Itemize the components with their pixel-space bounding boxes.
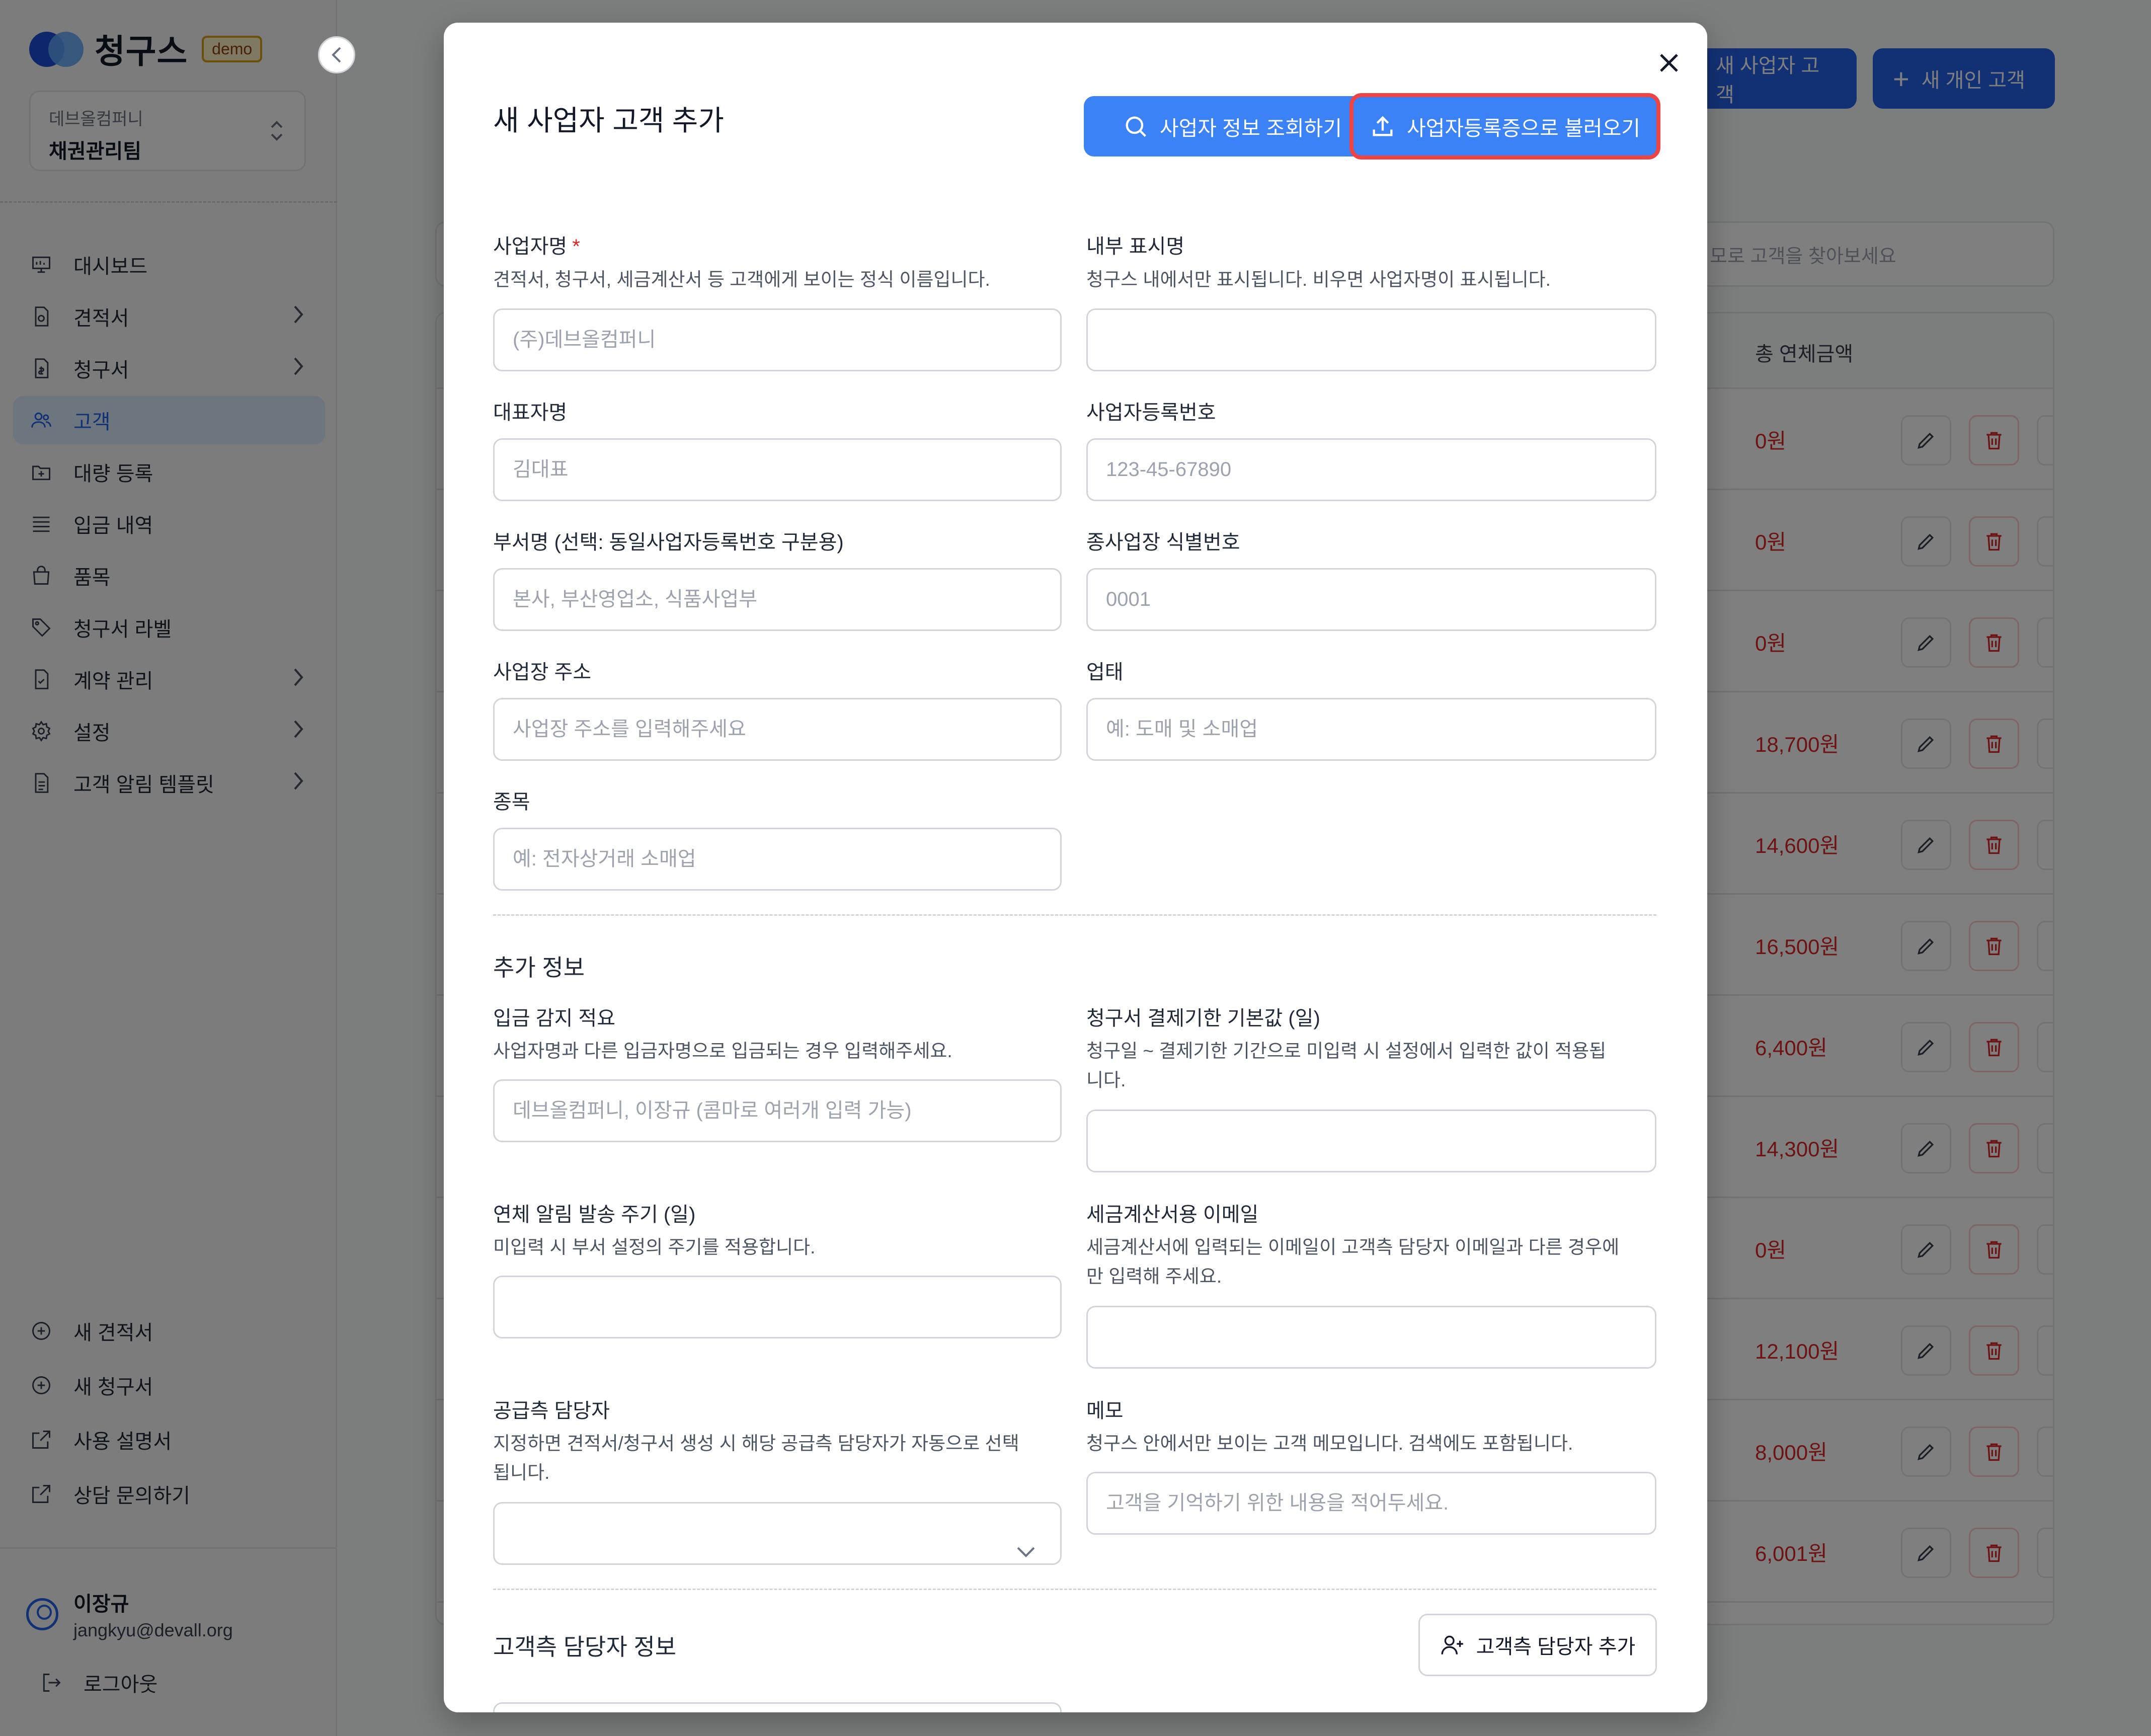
representative-label: 대표자명 bbox=[493, 402, 568, 424]
supplier-manager-select[interactable] bbox=[493, 1502, 1062, 1565]
description-line: 세금계산서에 입력되는 이메일이 고객측 담당자 이메일과 다른 경우에 bbox=[1086, 1237, 1620, 1257]
sidebar-collapse-button[interactable] bbox=[318, 36, 355, 73]
button-label: 사업자등록증으로 불러오기 bbox=[1406, 117, 1641, 140]
section-divider bbox=[493, 1589, 1656, 1590]
address-label: 사업장 주소 bbox=[493, 661, 592, 683]
search-icon bbox=[1123, 113, 1149, 139]
description-line: 만 입력해 주세요. bbox=[1086, 1266, 1222, 1287]
representative-input[interactable] bbox=[493, 438, 1062, 501]
overdue-cycle-description: 미입력 시 부서 설정의 주기를 적용합니다. bbox=[493, 1237, 816, 1257]
business-name-input[interactable] bbox=[493, 308, 1062, 371]
overdue-cycle-input[interactable] bbox=[493, 1276, 1062, 1338]
contact-input-partial[interactable] bbox=[493, 1702, 1062, 1712]
add-customer-contact-button[interactable]: 고객측 담당자 추가 bbox=[1418, 1614, 1657, 1676]
address-input[interactable] bbox=[493, 698, 1062, 761]
overdue-cycle-label: 연체 알림 발송 주기 (일) bbox=[493, 1204, 696, 1226]
memo-input[interactable] bbox=[1086, 1472, 1656, 1535]
registration-number-label: 사업자등록번호 bbox=[1086, 402, 1216, 424]
payment-term-label: 청구서 결제기한 기본값 (일) bbox=[1086, 1007, 1320, 1030]
chevron-down-icon bbox=[1015, 1545, 1037, 1562]
business-name-description: 견적서, 청구서, 세금계산서 등 고객에게 보이는 정식 이름입니다. bbox=[493, 269, 990, 290]
business-type-input[interactable] bbox=[1086, 698, 1656, 761]
new-business-customer-modal: 새 사업자 고객 추가 사업자 정보 조회하기 사업자등록증으로 불러오기 사업… bbox=[444, 23, 1707, 1712]
extra-info-title: 추가 정보 bbox=[493, 955, 585, 981]
description-line: 청구일 ~ 결제기한 기간으로 미입력 시 설정에서 입력한 값이 적용됩 bbox=[1086, 1041, 1607, 1061]
label-text: 사업자명 bbox=[493, 235, 568, 258]
business-type-label: 업태 bbox=[1086, 661, 1124, 683]
department-input[interactable] bbox=[493, 568, 1062, 631]
description-line: 됩니다. bbox=[493, 1462, 550, 1483]
required-mark: * bbox=[572, 235, 580, 258]
section-divider bbox=[493, 914, 1656, 916]
memo-label: 메모 bbox=[1086, 1400, 1124, 1422]
payment-term-description: 청구일 ~ 결제기한 기간으로 미입력 시 설정에서 입력한 값이 적용됩 니다… bbox=[1086, 1037, 1606, 1095]
tax-email-label: 세금계산서용 이메일 bbox=[1086, 1204, 1259, 1226]
department-label: 부서명 (선택: 동일사업자등록번호 구분용) bbox=[493, 531, 844, 554]
business-item-input[interactable] bbox=[493, 828, 1062, 891]
deposit-memo-input[interactable] bbox=[493, 1079, 1062, 1142]
button-label: 고객측 담당자 추가 bbox=[1476, 1636, 1636, 1658]
upload-icon bbox=[1370, 113, 1396, 139]
tax-email-description: 세금계산서에 입력되는 이메일이 고객측 담당자 이메일과 다른 경우에 만 입… bbox=[1086, 1233, 1619, 1291]
registration-number-input[interactable] bbox=[1086, 438, 1656, 501]
business-item-label: 종목 bbox=[493, 791, 530, 813]
display-name-description: 청구스 내에서만 표시됩니다. 비우면 사업자명이 표시됩니다. bbox=[1086, 269, 1551, 290]
button-label: 사업자 정보 조회하기 bbox=[1159, 117, 1342, 140]
payment-term-input[interactable] bbox=[1086, 1110, 1656, 1172]
user-plus-icon bbox=[1440, 1632, 1465, 1658]
description-line: 지정하면 견적서/청구서 생성 시 해당 공급측 담당자가 자동으로 선택 bbox=[493, 1433, 1019, 1454]
close-icon bbox=[1660, 54, 1678, 72]
branch-id-label: 종사업장 식별번호 bbox=[1086, 531, 1240, 554]
supplier-manager-label: 공급측 담당자 bbox=[493, 1400, 610, 1422]
upload-business-registration-button[interactable]: 사업자등록증으로 불러오기 bbox=[1349, 93, 1660, 160]
customer-contact-title: 고객측 담당자 정보 bbox=[493, 1634, 677, 1660]
business-name-label: 사업자명 * bbox=[493, 230, 580, 259]
display-name-label: 내부 표시명 bbox=[1086, 235, 1185, 258]
tax-email-input[interactable] bbox=[1086, 1306, 1656, 1369]
business-lookup-button[interactable]: 사업자 정보 조회하기 bbox=[1084, 96, 1381, 156]
supplier-manager-description: 지정하면 견적서/청구서 생성 시 해당 공급측 담당자가 자동으로 선택 됩니… bbox=[493, 1429, 1019, 1487]
modal-title: 새 사업자 고객 추가 bbox=[493, 105, 724, 136]
chevron-left-icon bbox=[332, 47, 341, 63]
branch-id-input[interactable] bbox=[1086, 568, 1656, 631]
deposit-memo-description: 사업자명과 다른 입금자명으로 입금되는 경우 입력해주세요. bbox=[493, 1041, 952, 1061]
memo-description: 청구스 안에서만 보이는 고객 메모입니다. 검색에도 포함됩니다. bbox=[1086, 1433, 1573, 1454]
display-name-input[interactable] bbox=[1086, 308, 1656, 371]
description-line: 니다. bbox=[1086, 1070, 1126, 1090]
close-button[interactable] bbox=[1651, 45, 1687, 81]
deposit-memo-label: 입금 감지 적요 bbox=[493, 1007, 616, 1030]
